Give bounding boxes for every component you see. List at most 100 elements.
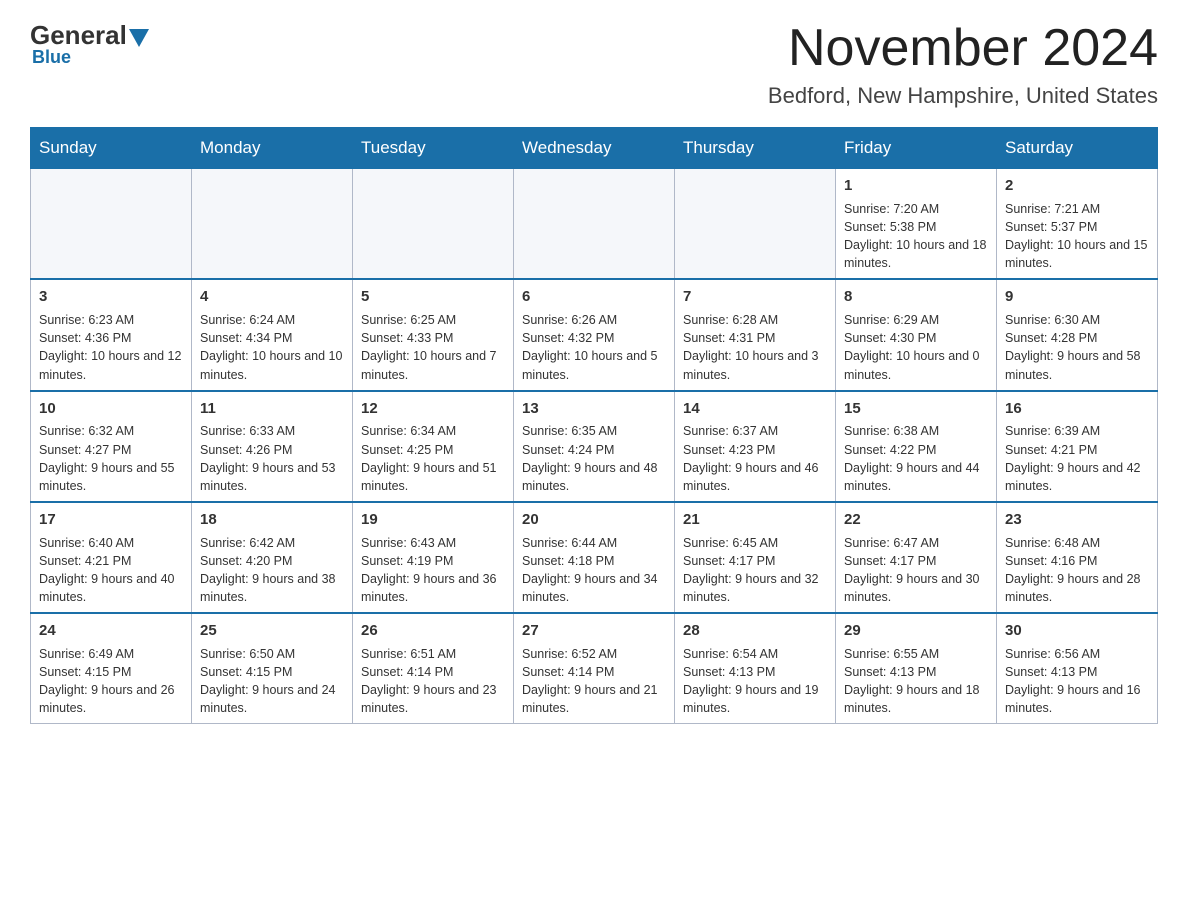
- calendar-cell: 15Sunrise: 6:38 AMSunset: 4:22 PMDayligh…: [836, 391, 997, 502]
- day-number: 4: [200, 286, 344, 308]
- day-info: Sunset: 4:28 PM: [1005, 329, 1149, 347]
- day-info: Sunrise: 6:50 AM: [200, 645, 344, 663]
- day-info: Sunrise: 6:52 AM: [522, 645, 666, 663]
- day-info: Sunset: 4:21 PM: [1005, 441, 1149, 459]
- day-number: 29: [844, 620, 988, 642]
- logo-triangle-icon: [129, 29, 149, 47]
- calendar-cell: 25Sunrise: 6:50 AMSunset: 4:15 PMDayligh…: [192, 613, 353, 724]
- calendar-cell: [514, 169, 675, 280]
- title-area: November 2024 Bedford, New Hampshire, Un…: [768, 20, 1158, 109]
- day-number: 22: [844, 509, 988, 531]
- day-info: Daylight: 9 hours and 34 minutes.: [522, 570, 666, 606]
- day-number: 8: [844, 286, 988, 308]
- day-number: 21: [683, 509, 827, 531]
- day-info: Sunrise: 6:40 AM: [39, 534, 183, 552]
- calendar-cell: 27 Sunrise: 6:52 AMSunset: 4:14 PMDayligh…: [514, 613, 675, 724]
- day-info: Sunrise: 6:24 AM: [200, 311, 344, 329]
- day-info: Sunrise: 6:43 AM: [361, 534, 505, 552]
- day-info: Daylight: 9 hours and 51 minutes.: [361, 459, 505, 495]
- day-info: Sunset: 4:17 PM: [844, 552, 988, 570]
- day-header-thursday: Thursday: [675, 128, 836, 169]
- day-number: 9: [1005, 286, 1149, 308]
- day-info: Sunset: 4:13 PM: [844, 663, 988, 681]
- calendar-cell: 2Sunrise: 7:21 AMSunset: 5:37 PMDaylight…: [997, 169, 1158, 280]
- day-number: 25: [200, 620, 344, 642]
- day-info: Sunrise: 6:49 AM: [39, 645, 183, 663]
- calendar-cell: 18Sunrise: 6:42 AMSunset: 4:20 PMDayligh…: [192, 502, 353, 613]
- day-number: 23: [1005, 509, 1149, 531]
- day-info: Sunset: 4:20 PM: [200, 552, 344, 570]
- calendar-cell: 8Sunrise: 6:29 AMSunset: 4:30 PMDaylight…: [836, 279, 997, 390]
- day-info: Daylight: 9 hours and 53 minutes.: [200, 459, 344, 495]
- week-row-3: 17Sunrise: 6:40 AMSunset: 4:21 PMDayligh…: [31, 502, 1158, 613]
- day-info: Daylight: 9 hours and 40 minutes.: [39, 570, 183, 606]
- calendar-cell: 30Sunrise: 6:56 AMSunset: 4:13 PMDayligh…: [997, 613, 1158, 724]
- day-number: 12: [361, 398, 505, 420]
- day-info: Sunrise: 6:54 AM: [683, 645, 827, 663]
- day-info: Sunset: 4:32 PM: [522, 329, 666, 347]
- calendar-cell: 16Sunrise: 6:39 AMSunset: 4:21 PMDayligh…: [997, 391, 1158, 502]
- day-info: Sunset: 4:33 PM: [361, 329, 505, 347]
- week-row-0: 1Sunrise: 7:20 AMSunset: 5:38 PMDaylight…: [31, 169, 1158, 280]
- day-number: 24: [39, 620, 183, 642]
- day-info: Sunset: 4:13 PM: [1005, 663, 1149, 681]
- day-header-sunday: Sunday: [31, 128, 192, 169]
- day-info: Daylight: 10 hours and 18 minutes.: [844, 236, 988, 272]
- day-info: Sunrise: 6:30 AM: [1005, 311, 1149, 329]
- day-info: Sunset: 4:19 PM: [361, 552, 505, 570]
- calendar-cell: 28Sunrise: 6:54 AMSunset: 4:13 PMDayligh…: [675, 613, 836, 724]
- calendar-cell: 19Sunrise: 6:43 AMSunset: 4:19 PMDayligh…: [353, 502, 514, 613]
- day-info: Sunset: 5:37 PM: [1005, 218, 1149, 236]
- week-row-4: 24 Sunrise: 6:49 AM Sunset: 4:15 PM Dayligh…: [31, 613, 1158, 724]
- day-info: Sunrise: 6:37 AM: [683, 422, 827, 440]
- day-info: Sunrise: 6:23 AM: [39, 311, 183, 329]
- day-info: Daylight: 10 hours and 3 minutes.: [683, 347, 827, 383]
- day-info: Daylight: 9 hours and 19 minutes.: [683, 681, 827, 717]
- day-number: 10: [39, 398, 183, 420]
- day-info: Daylight: 9 hours and 26 minutes.: [39, 681, 183, 717]
- day-info: Sunset: 4:24 PM: [522, 441, 666, 459]
- day-info: Sunset: 4:14 PM: [522, 663, 666, 681]
- day-header-saturday: Saturday: [997, 128, 1158, 169]
- calendar-cell: [192, 169, 353, 280]
- day-info: Sunrise: 6:28 AM: [683, 311, 827, 329]
- calendar-cell: 21Sunrise: 6:45 AMSunset: 4:17 PMDayligh…: [675, 502, 836, 613]
- calendar-cell: 26Sunrise: 6:51 AMSunset: 4:14 PMDayligh…: [353, 613, 514, 724]
- day-header-tuesday: Tuesday: [353, 128, 514, 169]
- day-info: Sunrise: 6:29 AM: [844, 311, 988, 329]
- calendar-cell: 6Sunrise: 6:26 AMSunset: 4:32 PMDaylight…: [514, 279, 675, 390]
- calendar-cell: [31, 169, 192, 280]
- day-info: Daylight: 10 hours and 15 minutes.: [1005, 236, 1149, 272]
- day-info: Daylight: 9 hours and 30 minutes.: [844, 570, 988, 606]
- day-info: Daylight: 9 hours and 21 minutes.: [522, 681, 666, 717]
- logo: General Blue: [30, 20, 149, 68]
- day-number: 17: [39, 509, 183, 531]
- day-info: Sunset: 4:15 PM: [200, 663, 344, 681]
- location-title: Bedford, New Hampshire, United States: [768, 83, 1158, 109]
- day-info: Sunrise: 6:35 AM: [522, 422, 666, 440]
- day-number: 11: [200, 398, 344, 420]
- day-info: Sunset: 4:22 PM: [844, 441, 988, 459]
- day-number: 27: [522, 620, 666, 642]
- calendar-cell: 1Sunrise: 7:20 AMSunset: 5:38 PMDaylight…: [836, 169, 997, 280]
- day-info: Daylight: 9 hours and 38 minutes.: [200, 570, 344, 606]
- calendar-cell: 22Sunrise: 6:47 AMSunset: 4:17 PMDayligh…: [836, 502, 997, 613]
- day-info: Sunset: 4:36 PM: [39, 329, 183, 347]
- day-info: Sunrise: 6:55 AM: [844, 645, 988, 663]
- day-info: Sunrise: 6:56 AM: [1005, 645, 1149, 663]
- day-number: 6: [522, 286, 666, 308]
- day-number: 14: [683, 398, 827, 420]
- page-header: General Blue November 2024 Bedford, New …: [30, 20, 1158, 109]
- calendar-cell: 10Sunrise: 6:32 AMSunset: 4:27 PMDayligh…: [31, 391, 192, 502]
- day-info: Sunrise: 7:21 AM: [1005, 200, 1149, 218]
- day-info: Sunset: 4:27 PM: [39, 441, 183, 459]
- calendar-cell: 12Sunrise: 6:34 AMSunset: 4:25 PMDayligh…: [353, 391, 514, 502]
- day-info: Daylight: 9 hours and 16 minutes.: [1005, 681, 1149, 717]
- month-title: November 2024: [768, 20, 1158, 77]
- day-info: Sunrise: 6:42 AM: [200, 534, 344, 552]
- day-number: 3: [39, 286, 183, 308]
- calendar-cell: 20Sunrise: 6:44 AMSunset: 4:18 PMDayligh…: [514, 502, 675, 613]
- calendar-cell: 24Sunrise: 6:49 AMSunset: 4:15 PMDayligh…: [31, 613, 192, 724]
- day-number: 1: [844, 175, 988, 197]
- day-info: Sunset: 4:34 PM: [200, 329, 344, 347]
